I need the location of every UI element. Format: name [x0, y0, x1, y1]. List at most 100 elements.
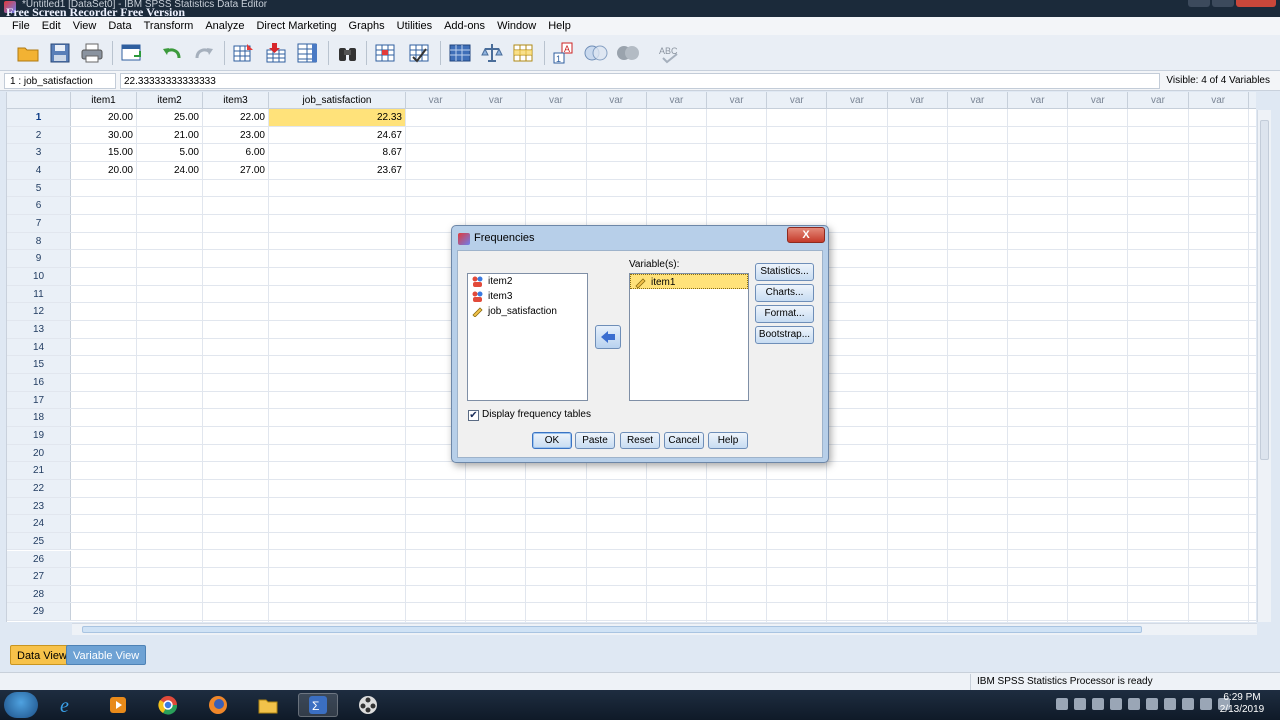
bootstrap-button[interactable]: Bootstrap... — [755, 326, 814, 344]
find-binoculars-icon[interactable] — [334, 39, 362, 67]
undo-icon[interactable] — [158, 39, 186, 67]
column-header-var[interactable]: var — [707, 92, 768, 109]
data-cell[interactable]: 24.00 — [137, 161, 203, 179]
menu-direct-marketing[interactable]: Direct Marketing — [250, 17, 342, 35]
data-cell[interactable]: 22.33 — [269, 109, 406, 126]
row-number[interactable]: 18 — [7, 409, 71, 426]
menu-utilities[interactable]: Utilities — [391, 17, 438, 35]
row-number[interactable]: 11 — [7, 285, 71, 303]
tray-icon-2[interactable] — [1074, 698, 1086, 710]
format-button[interactable]: Format... — [755, 305, 814, 323]
source-variable-list[interactable]: item2 item3 job_satisfaction — [467, 273, 588, 401]
tray-icon-5[interactable] — [1128, 698, 1140, 710]
column-header-job-satisfaction[interactable]: job_satisfaction — [269, 92, 406, 109]
source-item-job-satisfaction[interactable]: job_satisfaction — [468, 304, 587, 319]
column-header-var[interactable]: var — [406, 92, 467, 109]
maximize-button[interactable] — [1212, 0, 1234, 7]
statistics-button[interactable]: Statistics... — [755, 263, 814, 281]
source-item-item3[interactable]: item3 — [468, 289, 587, 304]
firefox-icon[interactable] — [198, 693, 238, 717]
data-cell[interactable]: 5.00 — [137, 144, 203, 161]
go-to-case-icon[interactable] — [230, 39, 258, 67]
row-number[interactable]: 27 — [7, 568, 71, 585]
select-cases-icon[interactable] — [510, 39, 538, 67]
column-header-item2[interactable]: item2 — [137, 92, 203, 109]
row-number[interactable]: 3 — [7, 144, 71, 161]
corner-header[interactable] — [7, 92, 71, 109]
target-item-item1[interactable]: item1 — [630, 274, 748, 289]
data-cell[interactable]: 30.00 — [71, 126, 137, 144]
horizontal-scroll-thumb[interactable] — [82, 626, 1142, 633]
column-header-item3[interactable]: item3 — [203, 92, 269, 109]
row-number[interactable]: 2 — [7, 126, 71, 144]
data-cell[interactable]: 23.00 — [203, 126, 269, 144]
internet-explorer-icon[interactable]: e — [48, 693, 88, 717]
cancel-button[interactable]: Cancel — [664, 432, 704, 449]
column-header-var[interactable]: var — [948, 92, 1008, 109]
menu-help[interactable]: Help — [542, 17, 577, 35]
row-number[interactable]: 10 — [7, 267, 71, 285]
row-number[interactable]: 1 — [7, 109, 71, 126]
dialog-recall-icon[interactable] — [118, 39, 146, 67]
row-number[interactable]: 6 — [7, 197, 71, 214]
data-cell[interactable]: 6.00 — [203, 144, 269, 161]
tab-variable-view[interactable]: Variable View — [66, 645, 147, 665]
tray-icon-7[interactable] — [1164, 698, 1176, 710]
go-to-variable-icon[interactable] — [262, 39, 290, 67]
row-number[interactable]: 13 — [7, 320, 71, 338]
data-cell[interactable]: 27.00 — [203, 161, 269, 179]
insert-cases-icon[interactable] — [372, 39, 400, 67]
row-number[interactable]: 12 — [7, 303, 71, 320]
data-cell[interactable]: 24.67 — [269, 126, 406, 144]
data-cell[interactable]: 22.00 — [203, 109, 269, 126]
column-header-var[interactable]: var — [888, 92, 948, 109]
menu-transform[interactable]: Transform — [138, 17, 200, 35]
row-number[interactable]: 28 — [7, 585, 71, 603]
variables-icon[interactable] — [294, 39, 322, 67]
column-header-var[interactable]: var — [587, 92, 647, 109]
spell-check-icon[interactable]: ABC — [656, 39, 684, 67]
row-number[interactable]: 8 — [7, 232, 71, 250]
split-file-icon[interactable] — [446, 39, 474, 67]
row-number[interactable]: 5 — [7, 179, 71, 197]
row-number[interactable]: 15 — [7, 356, 71, 373]
column-header-var[interactable]: var — [1189, 92, 1249, 109]
data-cell[interactable]: 23.67 — [269, 161, 406, 179]
row-number[interactable]: 4 — [7, 161, 71, 179]
menu-graphs[interactable]: Graphs — [343, 17, 391, 35]
tray-icon-6[interactable] — [1146, 698, 1158, 710]
row-number[interactable]: 9 — [7, 250, 71, 267]
data-cell[interactable]: 20.00 — [71, 161, 137, 179]
show-all-variables-icon[interactable] — [614, 39, 642, 67]
row-number[interactable]: 24 — [7, 515, 71, 532]
row-number[interactable]: 7 — [7, 214, 71, 232]
tray-icon-4[interactable] — [1110, 698, 1122, 710]
row-number[interactable]: 29 — [7, 603, 71, 621]
tray-icon-8[interactable] — [1182, 698, 1194, 710]
data-cell[interactable]: 20.00 — [71, 109, 137, 126]
menu-file[interactable]: File — [6, 17, 36, 35]
row-number[interactable]: 16 — [7, 373, 71, 391]
taskbar-clock[interactable]: 6:29 PM 2/13/2019 — [1210, 692, 1274, 716]
menu-view[interactable]: View — [67, 17, 103, 35]
menu-add-ons[interactable]: Add-ons — [438, 17, 491, 35]
data-cell[interactable]: 15.00 — [71, 144, 137, 161]
file-explorer-icon[interactable] — [248, 693, 288, 717]
tray-icon-1[interactable] — [1056, 698, 1068, 710]
dialog-close-button[interactable]: X — [787, 227, 825, 243]
selected-variables-list[interactable]: item1 — [629, 273, 749, 401]
menu-data[interactable]: Data — [102, 17, 137, 35]
column-header-var[interactable]: var — [767, 92, 828, 109]
start-button[interactable] — [4, 692, 38, 718]
print-icon[interactable] — [78, 39, 106, 67]
reset-button[interactable]: Reset — [620, 432, 660, 449]
menu-edit[interactable]: Edit — [36, 17, 67, 35]
source-item-item2[interactable]: item2 — [468, 274, 587, 289]
horizontal-scrollbar[interactable] — [72, 623, 1257, 635]
tab-data-view[interactable]: Data View — [10, 645, 74, 665]
insert-variable-icon[interactable] — [406, 39, 434, 67]
spss-taskbar-icon[interactable]: Σ — [298, 693, 338, 717]
column-header-var[interactable]: var — [466, 92, 527, 109]
row-number[interactable]: 22 — [7, 479, 71, 497]
row-number[interactable]: 14 — [7, 338, 71, 356]
